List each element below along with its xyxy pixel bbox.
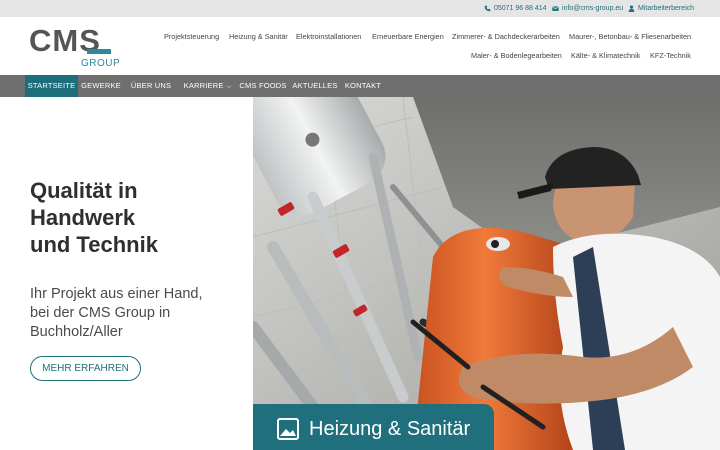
- nav-karriere-label: KARRIERE: [183, 81, 224, 90]
- hero-title-line: Qualität in: [30, 178, 138, 203]
- service-link-zimmerer[interactable]: Zimmerer- & Dachdeckerarbeiten: [452, 32, 560, 41]
- nav-ueber-uns-label: ÜBER UNS: [130, 81, 172, 90]
- service-link-kfz[interactable]: KFZ-Technik: [650, 51, 691, 60]
- main-nav: STARTSEITE GEWERKE ÜBER UNS⌵ KARRIERE⌵ C…: [0, 75, 720, 112]
- image-icon: [277, 418, 299, 440]
- service-link-maler[interactable]: Maler- & Bodenlegearbeiten: [471, 51, 562, 60]
- nav-ueber-uns[interactable]: ÜBER UNS⌵: [127, 75, 175, 112]
- hero-subtitle-line: Ihr Projekt aus einer Hand,: [30, 286, 203, 302]
- service-link-projektsteuerung[interactable]: Projektsteuerung: [164, 32, 219, 41]
- hero-text-panel: Qualität in Handwerk und Technik Ihr Pro…: [0, 97, 253, 450]
- logo-group-text: GROUP: [81, 58, 121, 69]
- logo-accent-bar: [87, 49, 111, 54]
- phone-link[interactable]: 05071 96 88 414: [484, 0, 547, 17]
- chevron-down-icon: ⌵: [226, 84, 232, 90]
- email-link[interactable]: info@cms-group.eu: [552, 0, 623, 17]
- nav-kontakt[interactable]: KONTAKT: [343, 75, 383, 97]
- nav-karriere[interactable]: KARRIERE ⌵: [183, 75, 232, 97]
- service-link-energien[interactable]: Erneuerbare Energien: [372, 32, 444, 41]
- hero-subtitle-line: Buchholz/Aller: [30, 324, 123, 340]
- nav-aktuelles[interactable]: AKTUELLES: [292, 75, 338, 97]
- service-link-kaelte[interactable]: Kälte- & Klimatechnik: [571, 51, 640, 60]
- user-icon: [628, 5, 635, 12]
- logo[interactable]: CMS GROUP: [29, 25, 121, 69]
- hero-title-line: Handwerk: [30, 205, 136, 230]
- service-link-maurer[interactable]: Maurer-, Betonbau- & Fliesenarbeiten: [569, 32, 691, 41]
- hero-subtitle: Ihr Projekt aus einer Hand, bei der CMS …: [30, 285, 230, 342]
- category-tag-label: Heizung & Sanitär: [309, 418, 471, 440]
- plumber-photo: [253, 97, 720, 450]
- email-address: info@cms-group.eu: [562, 5, 624, 12]
- phone-number: 05071 96 88 414: [494, 5, 547, 12]
- hero-title: Qualität in Handwerk und Technik: [30, 177, 230, 258]
- staff-area-link[interactable]: Mitarbeiterbereich: [628, 0, 694, 17]
- hero-title-line: und Technik: [30, 232, 158, 257]
- phone-icon: [484, 5, 491, 12]
- nav-gewerke[interactable]: GEWERKE: [80, 75, 122, 97]
- nav-cms-foods[interactable]: CMS FOODS: [238, 75, 288, 97]
- staff-area-label: Mitarbeiterbereich: [638, 5, 695, 12]
- top-bar: 05071 96 88 414 info@cms-group.eu Mitarb…: [0, 0, 720, 17]
- learn-more-button[interactable]: MEHR ERFAHREN: [30, 356, 141, 381]
- service-link-elektro[interactable]: Elektroinstallationen: [296, 32, 361, 41]
- service-link-heizung[interactable]: Heizung & Sanitär: [229, 32, 288, 41]
- envelope-icon: [552, 6, 559, 11]
- category-tag[interactable]: Heizung & Sanitär: [253, 404, 494, 450]
- hero-subtitle-line: bei der CMS Group in: [30, 305, 171, 321]
- hero-image: [253, 97, 720, 450]
- header: CMS GROUP Projektsteuerung Heizung & San…: [0, 17, 720, 75]
- nav-startseite[interactable]: STARTSEITE: [25, 75, 78, 97]
